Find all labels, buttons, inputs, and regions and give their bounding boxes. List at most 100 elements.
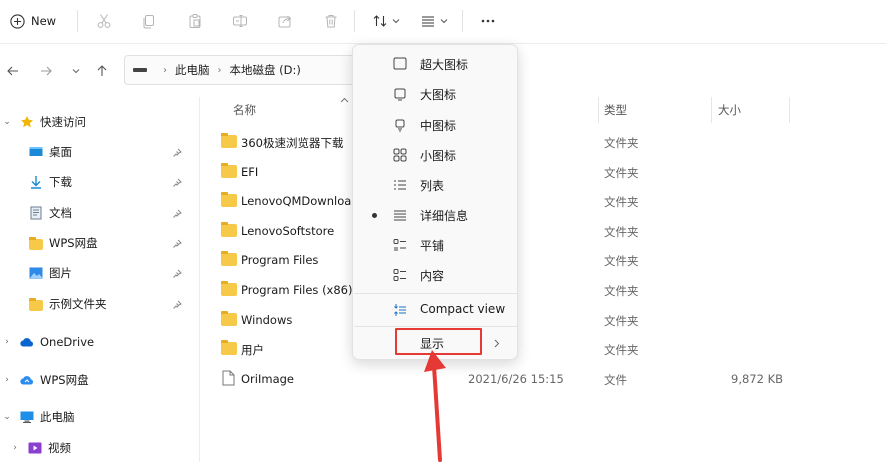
pin-icon[interactable] (172, 209, 182, 219)
sidebar-item-label: 快速访问 (40, 115, 86, 129)
paste-button[interactable] (183, 8, 207, 34)
menu-item-compact-view[interactable]: Compact view (353, 295, 517, 325)
file-list: 名称 类型 大小 360极速浏览器下载3 17:26文件夹EFI6 17:18文… (201, 97, 886, 462)
breadcrumb-this-pc[interactable]: 此电脑 (175, 62, 210, 78)
sidebar-item-wps-cloud[interactable]: › WPS网盘 (2, 368, 88, 392)
toolbar-divider (354, 10, 355, 32)
sidebar-item-desktop[interactable]: 桌面 (29, 140, 72, 164)
file-row[interactable]: 360极速浏览器下载3 17:26文件夹 (201, 127, 886, 156)
file-row[interactable]: Program Files2:41文件夹 (201, 245, 886, 274)
menu-item-smalls-icon[interactable]: 小图标 (353, 140, 517, 170)
sidebar-item-videos[interactable]: › 视频 (10, 436, 71, 460)
new-button-label: New (31, 14, 57, 28)
forward-button[interactable] (37, 62, 55, 80)
chevron-right-icon: › (5, 375, 9, 385)
back-button[interactable] (4, 62, 22, 80)
copy-button[interactable] (137, 8, 161, 34)
sidebar-item-this-pc[interactable]: ⌄ 此电脑 (2, 405, 74, 429)
share-icon (278, 15, 292, 28)
chevron-right-icon: › (5, 337, 9, 347)
list-icon (394, 180, 406, 190)
menu-item-details[interactable]: 详细信息 (353, 200, 517, 230)
chevron-right-icon (494, 339, 500, 348)
file-type: 文件夹 (604, 224, 639, 239)
address-bar[interactable]: › 此电脑 › 本地磁盘 (D:) (124, 55, 356, 85)
file-row[interactable]: 用户7 16:06文件夹 (201, 334, 886, 363)
column-divider[interactable] (711, 97, 712, 123)
share-button[interactable] (273, 8, 297, 34)
sidebar-item-label: WPS网盘 (49, 236, 98, 250)
folder-icon (221, 221, 237, 237)
menu-item-label: Compact view (420, 302, 506, 316)
menu-item-content[interactable]: 内容 (353, 260, 517, 290)
delete-button[interactable] (319, 8, 343, 34)
medium-icons-icon (395, 119, 405, 132)
pin-icon[interactable] (172, 300, 182, 310)
view-dropdown-menu: 超大图标 大图标 中图标 小图标 列表 详细信息 平铺 内容 Compact view 显示 (352, 44, 518, 360)
file-row[interactable]: OriImage 2021/6/26 15:15 文件 9,872 KB (201, 364, 886, 393)
folder-icon (221, 133, 237, 148)
view-icon (422, 16, 434, 27)
column-header-type[interactable]: 类型 (604, 102, 627, 118)
file-type: 文件夹 (604, 195, 639, 210)
column-header-name[interactable]: 名称 (233, 102, 256, 118)
sort-icon (373, 15, 387, 27)
rename-icon (233, 15, 247, 27)
chevron-right-icon: › (163, 64, 167, 76)
more-options-button[interactable] (476, 8, 500, 34)
file-type: 文件夹 (604, 165, 639, 180)
rename-button[interactable] (228, 8, 252, 34)
sort-button[interactable] (366, 8, 406, 34)
cut-button[interactable] (92, 8, 116, 34)
sidebar-item-label: OneDrive (40, 335, 95, 349)
sidebar-item-pictures[interactable]: 图片 (29, 261, 72, 285)
pin-icon[interactable] (172, 239, 182, 249)
pin-icon[interactable] (172, 269, 182, 279)
new-button[interactable]: New (6, 8, 68, 34)
wps-cloud-icon (20, 376, 34, 385)
pin-icon[interactable] (172, 178, 182, 188)
menu-item-mediums-icon[interactable]: 中图标 (353, 110, 517, 140)
menu-item-list[interactable]: 列表 (353, 170, 517, 200)
sidebar-item-onedrive[interactable]: › OneDrive (2, 330, 94, 354)
cut-icon (97, 14, 111, 28)
column-divider[interactable] (598, 97, 599, 123)
extra-large-icons-icon (393, 57, 407, 70)
file-size: 9,872 KB (731, 371, 784, 386)
plus-circle-icon (10, 13, 25, 29)
file-row[interactable]: LenovoQMDownloa6 19:40文件夹 (201, 186, 886, 215)
column-divider[interactable] (789, 97, 790, 123)
sidebar-item-wps-drive[interactable]: WPS网盘 (29, 231, 98, 255)
menu-item-extra-larges-icon[interactable]: 超大图标 (353, 49, 517, 79)
video-icon (28, 442, 42, 454)
sidebar-item-documents[interactable]: 文档 (29, 201, 72, 225)
content-icon (393, 269, 406, 281)
file-row[interactable]: Windows4:07文件夹 (201, 305, 886, 334)
folder-icon (221, 340, 237, 356)
menu-item-larges-icon[interactable]: 大图标 (353, 79, 517, 109)
menu-item-tiles[interactable]: 平铺 (353, 230, 517, 260)
file-row[interactable]: EFI6 17:18文件夹 (201, 157, 886, 186)
file-type: 文件夹 (604, 284, 639, 298)
folder-icon (29, 236, 43, 250)
menu-item-label: 小图标 (420, 149, 457, 163)
sidebar-item-label: 桌面 (49, 145, 72, 159)
file-row[interactable]: Program Files (x86)6 15:00文件夹 (201, 275, 886, 304)
file-name: Program Files (241, 253, 319, 268)
recent-locations-button[interactable] (67, 62, 85, 80)
sidebar-item-downloads[interactable]: 下载 (29, 170, 72, 194)
up-button[interactable] (93, 62, 111, 80)
column-header-size[interactable]: 大小 (718, 102, 741, 118)
file-row[interactable]: LenovoSoftstore6 23:31文件夹 (201, 216, 886, 245)
command-bar: New (0, 0, 886, 44)
sidebar-item-quick-access[interactable]: ⌄ 快速访问 (2, 110, 86, 134)
view-button[interactable] (414, 8, 454, 34)
red-arrow-annotation (424, 350, 446, 462)
tiles-icon (393, 239, 406, 251)
folder-icon (29, 297, 43, 311)
pin-icon[interactable] (172, 148, 182, 158)
sidebar-item-sample-folder[interactable]: 示例文件夹 (29, 292, 107, 316)
menu-item-label: 大图标 (420, 88, 457, 102)
breadcrumb-local-disk[interactable]: 本地磁盘 (D:) (230, 62, 301, 78)
details-icon (394, 210, 406, 221)
